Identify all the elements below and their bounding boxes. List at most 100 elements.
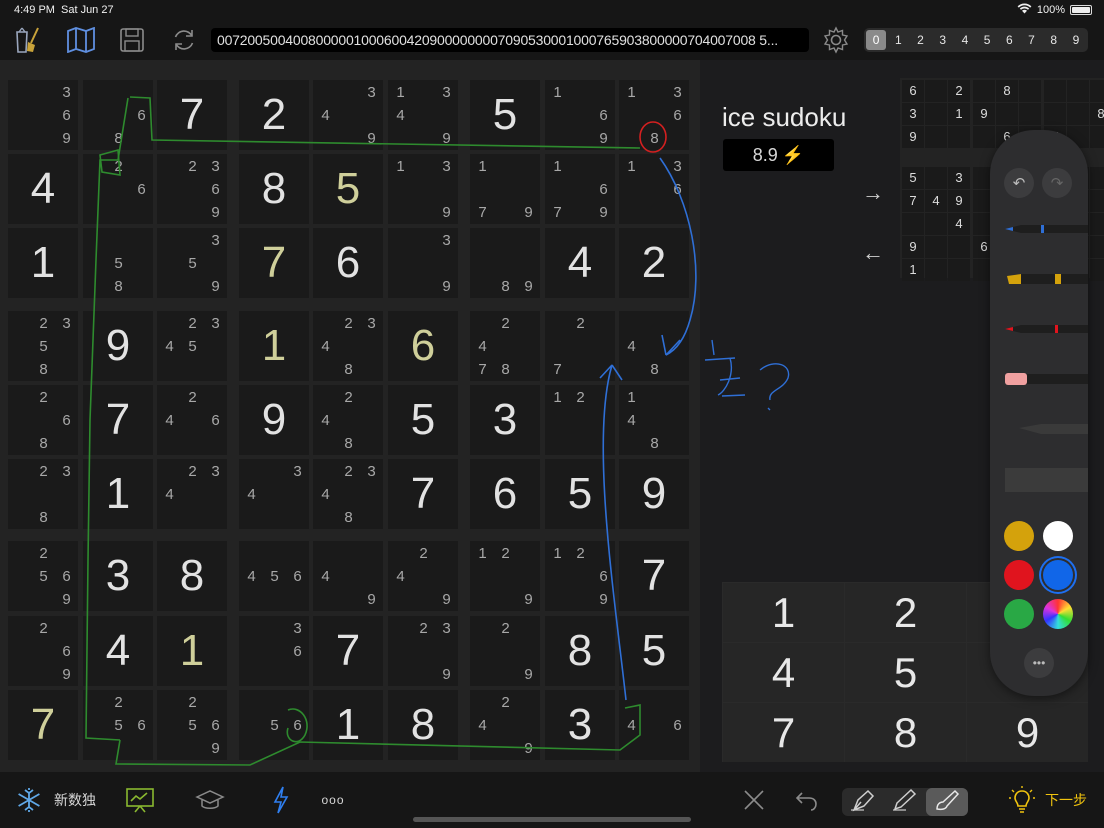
- cell-r2c7[interactable]: 1 7 9: [470, 154, 540, 224]
- more-button[interactable]: ooo: [318, 786, 348, 814]
- undo-icon[interactable]: [792, 786, 820, 814]
- number-filter-4[interactable]: 4: [955, 30, 975, 50]
- cell-r2c5[interactable]: 5: [313, 154, 383, 224]
- cell-r6c7[interactable]: 6: [470, 459, 540, 529]
- cell-r9c8[interactable]: 3: [545, 690, 615, 760]
- cell-r1c9[interactable]: 1 3 68: [619, 80, 689, 150]
- keypad-key-5[interactable]: 5: [845, 643, 966, 702]
- color-red-swatch[interactable]: [1004, 560, 1034, 590]
- cell-r5c8[interactable]: 12: [545, 385, 615, 455]
- cell-r3c8[interactable]: 4: [545, 228, 615, 298]
- color-blue-swatch[interactable]: [1043, 560, 1073, 590]
- keypad-key-8[interactable]: 8: [845, 703, 966, 762]
- cell-r1c3[interactable]: 7: [157, 80, 227, 150]
- cell-r6c3[interactable]: 23 4: [157, 459, 227, 529]
- cell-r7c5[interactable]: 49: [313, 541, 383, 611]
- redo-icon[interactable]: ↷: [1042, 168, 1072, 198]
- number-filter-7[interactable]: 7: [1021, 30, 1041, 50]
- number-filter-9[interactable]: 9: [1066, 30, 1086, 50]
- keypad-key-2[interactable]: 2: [845, 583, 966, 642]
- cell-r7c8[interactable]: 126 9: [545, 541, 615, 611]
- cell-r1c5[interactable]: 3 4 9: [313, 80, 383, 150]
- cell-r7c9[interactable]: 7: [619, 541, 689, 611]
- back-arrow-button[interactable]: ←: [862, 240, 884, 266]
- cell-r5c5[interactable]: 248: [313, 385, 383, 455]
- color-white-swatch[interactable]: [1043, 521, 1073, 551]
- number-filter-2[interactable]: 2: [910, 30, 930, 50]
- cell-r7c4[interactable]: 456: [239, 541, 309, 611]
- cell-r1c4[interactable]: 2: [239, 80, 309, 150]
- cell-r8c5[interactable]: 7: [313, 616, 383, 686]
- save-icon[interactable]: [117, 25, 147, 55]
- cell-r3c5[interactable]: 6: [313, 228, 383, 298]
- close-icon[interactable]: [740, 786, 768, 814]
- number-filter-8[interactable]: 8: [1044, 30, 1064, 50]
- cell-r3c4[interactable]: 7: [239, 228, 309, 298]
- refresh-icon[interactable]: [169, 25, 199, 55]
- cell-r3c3[interactable]: 359: [157, 228, 227, 298]
- cell-r3c6[interactable]: 39: [388, 228, 458, 298]
- cell-r8c9[interactable]: 5: [619, 616, 689, 686]
- cell-r4c9[interactable]: 48: [619, 311, 689, 381]
- cell-r1c7[interactable]: 5: [470, 80, 540, 150]
- cell-r7c7[interactable]: 12 9: [470, 541, 540, 611]
- cell-r9c3[interactable]: 2 56 9: [157, 690, 227, 760]
- cell-r4c7[interactable]: 24 78: [470, 311, 540, 381]
- number-filter-6[interactable]: 6: [999, 30, 1019, 50]
- cell-r8c7[interactable]: 29: [470, 616, 540, 686]
- cell-r6c8[interactable]: 5: [545, 459, 615, 529]
- pen-tool-icon[interactable]: [848, 786, 878, 814]
- cell-r2c8[interactable]: 1679: [545, 154, 615, 224]
- cell-r8c3[interactable]: 1: [157, 616, 227, 686]
- chart-board-icon[interactable]: [124, 786, 156, 814]
- cell-r2c1[interactable]: 4: [8, 154, 78, 224]
- color-green-swatch[interactable]: [1004, 599, 1034, 629]
- cell-r8c6[interactable]: 23 9: [388, 616, 458, 686]
- cell-r7c3[interactable]: 8: [157, 541, 227, 611]
- cell-r3c9[interactable]: 2: [619, 228, 689, 298]
- cell-r7c1[interactable]: 2 56 9: [8, 541, 78, 611]
- cell-r9c7[interactable]: 24 9: [470, 690, 540, 760]
- puzzle-string-field[interactable]: 0072005004008000001000600420900000000709…: [211, 28, 809, 52]
- cell-r2c4[interactable]: 8: [239, 154, 309, 224]
- cell-r5c6[interactable]: 5: [388, 385, 458, 455]
- cell-r5c1[interactable]: 268: [8, 385, 78, 455]
- cell-r9c2[interactable]: 2 56: [83, 690, 153, 760]
- snowflake-icon[interactable]: [14, 786, 44, 814]
- cell-r8c2[interactable]: 4: [83, 616, 153, 686]
- cell-r2c3[interactable]: 23 6 9: [157, 154, 227, 224]
- cell-r2c2[interactable]: 26: [83, 154, 153, 224]
- new-sudoku-label[interactable]: 新数独: [52, 786, 98, 814]
- cell-r5c9[interactable]: 1 48: [619, 385, 689, 455]
- cell-r9c6[interactable]: 8: [388, 690, 458, 760]
- cell-r4c2[interactable]: 9: [83, 311, 153, 381]
- pencil-tool-icon[interactable]: [890, 786, 920, 814]
- cell-r9c5[interactable]: 1: [313, 690, 383, 760]
- cell-r1c8[interactable]: 1 6 9: [545, 80, 615, 150]
- cell-r4c5[interactable]: 23 48: [313, 311, 383, 381]
- cell-r6c1[interactable]: 23 8: [8, 459, 78, 529]
- cell-r4c4[interactable]: 1: [239, 311, 309, 381]
- forward-arrow-button[interactable]: →: [862, 180, 884, 206]
- next-step-label[interactable]: 下一步: [1044, 786, 1088, 814]
- keypad-key-9[interactable]: 9: [967, 703, 1088, 762]
- cell-r7c6[interactable]: 24 9: [388, 541, 458, 611]
- cell-r7c2[interactable]: 3: [83, 541, 153, 611]
- cell-r6c6[interactable]: 7: [388, 459, 458, 529]
- cell-r5c3[interactable]: 24 6: [157, 385, 227, 455]
- cell-r9c4[interactable]: 56: [239, 690, 309, 760]
- graduation-cap-icon[interactable]: [194, 786, 226, 814]
- ruler-tool[interactable]: [1005, 466, 1088, 492]
- map-icon[interactable]: [66, 25, 96, 55]
- color-picker-swatch[interactable]: [1043, 599, 1073, 629]
- cell-r4c1[interactable]: 235 8: [8, 311, 78, 381]
- more-options-icon[interactable]: •••: [1024, 648, 1054, 678]
- settings-icon[interactable]: [821, 25, 851, 55]
- cell-r4c3[interactable]: 23 45: [157, 311, 227, 381]
- keypad-key-7[interactable]: 7: [723, 703, 844, 762]
- red-pen-tool[interactable]: [1005, 322, 1088, 336]
- cell-r5c7[interactable]: 3: [470, 385, 540, 455]
- cell-r4c8[interactable]: 27: [545, 311, 615, 381]
- cell-r4c6[interactable]: 6: [388, 311, 458, 381]
- undo-icon[interactable]: ↶: [1004, 168, 1034, 198]
